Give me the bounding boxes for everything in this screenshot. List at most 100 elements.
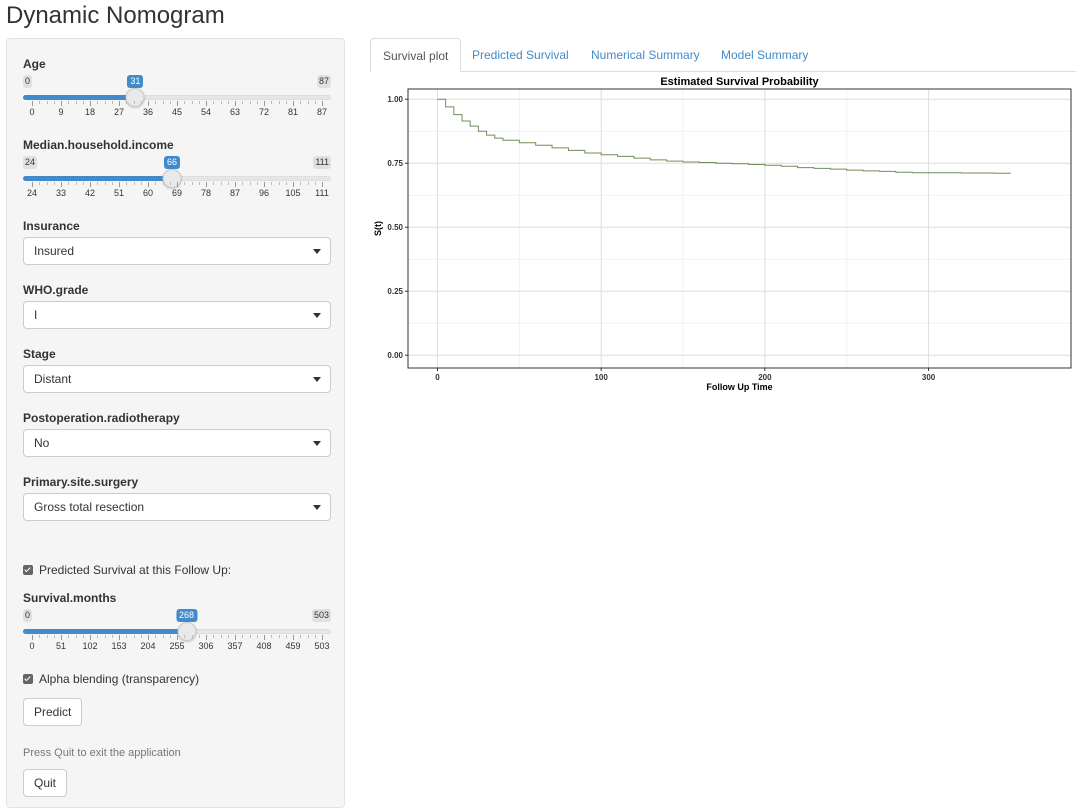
slider-minor-tick bbox=[213, 635, 215, 638]
insurance-label: Insurance bbox=[23, 219, 80, 233]
slider-max-label: 87 bbox=[316, 75, 331, 88]
slider-minor-tick bbox=[227, 635, 229, 638]
predicted-survival-label: Predicted Survival at this Follow Up: bbox=[39, 563, 232, 577]
slider-tick bbox=[206, 182, 207, 187]
slider-minor-tick bbox=[46, 635, 48, 638]
slider-tick bbox=[61, 635, 62, 640]
slider-minor-tick bbox=[133, 101, 135, 104]
slider-tick bbox=[61, 101, 62, 106]
radiotherapy-select[interactable]: No bbox=[23, 429, 331, 457]
slider-minor-tick bbox=[68, 182, 70, 185]
radiotherapy-value: No bbox=[34, 436, 50, 450]
stage-label: Stage bbox=[23, 347, 56, 361]
slider-minor-tick bbox=[184, 101, 186, 104]
slider-minor-tick bbox=[126, 182, 128, 185]
slider-minor-tick bbox=[97, 101, 99, 104]
slider-minor-tick bbox=[46, 101, 48, 104]
slider-minor-tick bbox=[184, 182, 186, 185]
slider-tick bbox=[90, 101, 91, 106]
slider-minor-tick bbox=[155, 182, 157, 185]
who-grade-value: I bbox=[34, 308, 38, 322]
slider-tick bbox=[322, 182, 323, 187]
slider-minor-tick bbox=[242, 101, 244, 104]
slider-tick bbox=[235, 182, 236, 187]
slider-minor-tick bbox=[256, 635, 258, 638]
slider-minor-tick bbox=[162, 101, 164, 104]
checkbox-checked-icon[interactable] bbox=[23, 674, 33, 684]
slider-minor-tick bbox=[191, 101, 193, 104]
slider-tick bbox=[293, 182, 294, 187]
slider-minor-tick bbox=[314, 101, 316, 104]
slider-tick-label: 69 bbox=[171, 188, 183, 198]
chevron-down-icon bbox=[313, 377, 321, 382]
survival-months-label: Survival.months bbox=[23, 591, 117, 605]
quit-button[interactable]: Quit bbox=[23, 769, 68, 797]
slider-tick bbox=[293, 101, 294, 106]
tab-numerical-summary[interactable]: Numerical Summary bbox=[579, 38, 712, 72]
slider-minor-tick bbox=[46, 182, 48, 185]
slider-tick-label: 9 bbox=[58, 107, 64, 117]
slider-tick-label: 96 bbox=[258, 188, 270, 198]
predicted-survival-checkbox[interactable]: Predicted Survival at this Follow Up: bbox=[23, 563, 231, 577]
slider-minor-tick bbox=[278, 182, 280, 185]
slider-minor-tick bbox=[271, 182, 273, 185]
slider-tick-label: 503 bbox=[314, 641, 330, 651]
slider-ticks: 24 33 42 51 60 69 78 87 96 105 111 bbox=[23, 182, 331, 200]
stage-select[interactable]: Distant bbox=[23, 365, 331, 393]
surgery-select[interactable]: Gross total resection bbox=[23, 493, 331, 521]
slider-tick bbox=[119, 635, 120, 640]
slider-tick bbox=[32, 101, 33, 106]
slider-tick-label: 357 bbox=[227, 641, 243, 651]
slider-minor-tick bbox=[111, 635, 113, 638]
slider-minor-tick bbox=[249, 182, 251, 185]
alpha-blending-checkbox[interactable]: Alpha blending (transparency) bbox=[23, 672, 199, 686]
slider-tick bbox=[177, 101, 178, 106]
slider-minor-tick bbox=[220, 635, 222, 638]
slider-tick bbox=[177, 635, 178, 640]
slider-minor-tick bbox=[191, 635, 193, 638]
slider-tick-label: 36 bbox=[142, 107, 154, 117]
slider-tick bbox=[90, 635, 91, 640]
checkbox-checked-icon[interactable] bbox=[23, 565, 33, 575]
slider-tick-label: 255 bbox=[169, 641, 185, 651]
slider-tick-label: 87 bbox=[229, 188, 241, 198]
slider-minor-tick bbox=[220, 182, 222, 185]
slider-minor-tick bbox=[68, 635, 70, 638]
slider-minor-tick bbox=[278, 635, 280, 638]
slider-minor-tick bbox=[307, 182, 309, 185]
tab-survival-plot[interactable]: Survival plot bbox=[370, 38, 462, 73]
predict-button[interactable]: Predict bbox=[23, 698, 83, 726]
slider-minor-tick bbox=[53, 635, 55, 638]
slider-tick-label: 42 bbox=[84, 188, 96, 198]
slider-minor-tick bbox=[198, 101, 200, 104]
who-grade-select[interactable]: I bbox=[23, 301, 331, 329]
slider-tick bbox=[322, 101, 323, 106]
slider-tick bbox=[119, 101, 120, 106]
survival-months-slider[interactable]: 0 503 268 0 51 102 153 204 255 306 357 408 459 503 bbox=[23, 609, 331, 653]
tab-model-summary[interactable]: Model Summary bbox=[709, 38, 820, 72]
income-slider[interactable]: 24 111 66 24 33 42 51 60 69 78 87 96 105 111 bbox=[23, 156, 331, 200]
slider-minor-tick bbox=[39, 635, 41, 638]
insurance-select[interactable]: Insured bbox=[23, 237, 331, 265]
slider-ticks: 0 9 18 27 36 45 54 63 72 81 87 bbox=[23, 101, 331, 119]
slider-minor-tick bbox=[162, 182, 164, 185]
slider-minor-tick bbox=[104, 182, 106, 185]
slider-minor-tick bbox=[104, 635, 106, 638]
slider-minor-tick bbox=[75, 635, 77, 638]
slider-max-label: 111 bbox=[313, 156, 331, 169]
chart-title: Estimated Survival Probability bbox=[660, 76, 819, 88]
slider-minor-tick bbox=[307, 635, 309, 638]
slider-tick bbox=[235, 635, 236, 640]
slider-tick bbox=[322, 635, 323, 640]
age-slider[interactable]: 0 87 31 0 9 18 27 36 45 54 63 72 81 87 bbox=[23, 75, 331, 119]
slider-tick bbox=[264, 182, 265, 187]
slider-minor-tick bbox=[191, 182, 193, 185]
survival-plot: Estimated Survival Probability 0 100 200 300… bbox=[370, 72, 1076, 402]
slider-value-label: 66 bbox=[163, 156, 181, 169]
y-tick-label: 0.50 bbox=[387, 223, 403, 232]
slider-min-label: 24 bbox=[23, 156, 38, 169]
slider-minor-tick bbox=[104, 101, 106, 104]
tab-predicted-survival[interactable]: Predicted Survival bbox=[460, 38, 581, 72]
radiotherapy-label: Postoperation.radiotherapy bbox=[23, 411, 180, 425]
x-axis-label: Follow Up Time bbox=[706, 382, 772, 392]
